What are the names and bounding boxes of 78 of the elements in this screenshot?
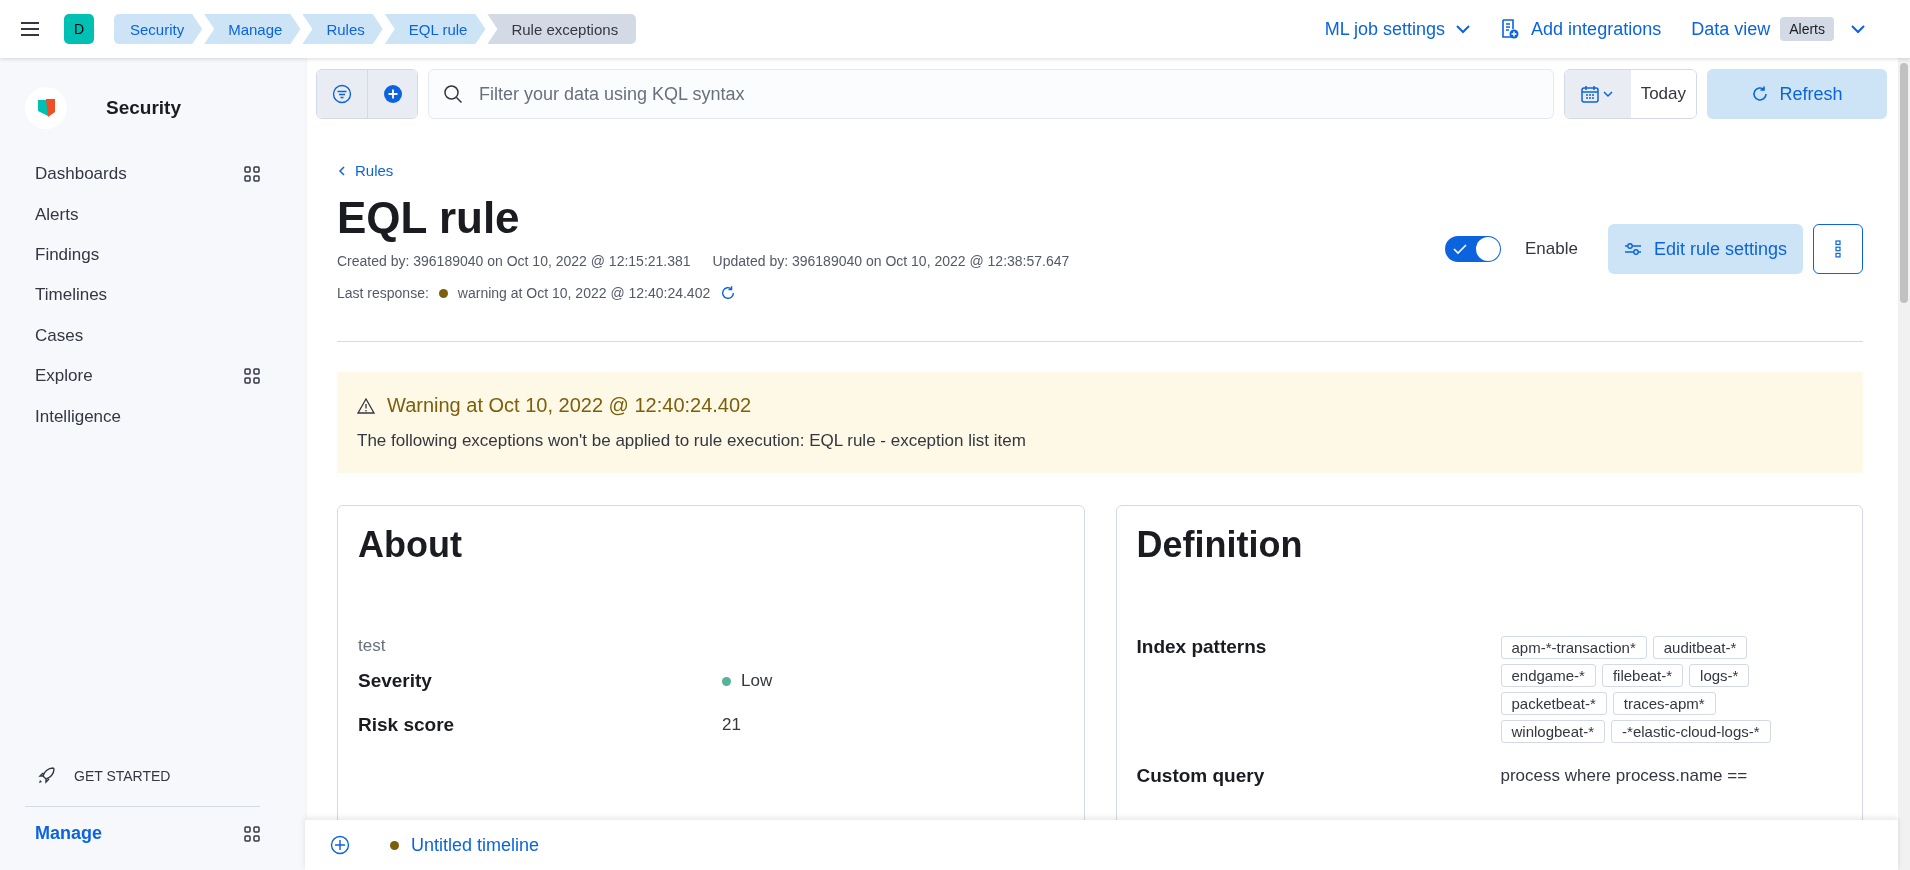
field-label: Index patterns [1136, 636, 1268, 659]
data-view-selector[interactable]: Alerts [1780, 17, 1834, 41]
index-pattern-badge: winlogbeat-* [1500, 720, 1606, 743]
sidebar-item[interactable]: Findings [35, 244, 100, 265]
refresh-icon[interactable] [720, 285, 737, 301]
index-pattern-badge: logs-* [1689, 664, 1750, 687]
add-integrations-link[interactable]: Add integrations [1531, 18, 1662, 40]
breadcrumb[interactable]: EQL rule [384, 14, 486, 44]
field-label: Risk score [358, 714, 456, 736]
check-icon [1453, 243, 1467, 255]
breadcrumb[interactable]: Manage [204, 14, 301, 44]
index-pattern-badge: -*elastic-cloud-logs-* [1611, 720, 1771, 743]
sidebar-item[interactable]: Explore [35, 366, 93, 387]
chevron-down-icon[interactable] [1455, 24, 1472, 34]
plus-icon [382, 84, 403, 104]
timeline-link[interactable]: Untitled timeline [411, 834, 540, 856]
created-by-text: Created by: 396189040 on Oct 10, 2022 @ 12:15:21.381 [337, 253, 691, 269]
breadcrumb[interactable]: Rules [302, 14, 383, 44]
warning-title: Warning at Oct 10, 2022 @ 12:40:24.402 [387, 394, 752, 417]
field-label: Severity [358, 670, 433, 692]
sidebar-item[interactable]: Intelligence [35, 406, 121, 427]
more-icon [1835, 240, 1841, 258]
add-filter-button[interactable] [367, 70, 417, 118]
ml-job-settings-link[interactable]: ML job settings [1324, 18, 1446, 40]
index-pattern-badge: packetbeat-* [1500, 692, 1607, 715]
panel-title: Definition [1136, 524, 1304, 566]
edit-rule-settings-button[interactable]: Edit rule settings [1607, 224, 1803, 274]
refresh-icon [1751, 85, 1770, 103]
last-response-label: Last response: [337, 285, 429, 301]
menu-icon[interactable] [20, 21, 40, 37]
last-response-text: warning at Oct 10, 2022 @ 12:40:24.402 [457, 285, 711, 301]
sidebar-item[interactable]: Timelines [35, 285, 108, 306]
calendar-icon [1579, 85, 1616, 103]
enable-switch[interactable] [1445, 236, 1501, 262]
sidebar-title: Security [106, 97, 181, 119]
page-title: EQL rule [337, 193, 521, 243]
rocket-icon [36, 766, 56, 786]
sliders-icon [1623, 241, 1642, 257]
index-pattern-badge: endgame-* [1500, 664, 1596, 687]
breadcrumb[interactable]: Security [114, 14, 203, 44]
space-avatar[interactable]: D [64, 14, 94, 44]
sidebar-item[interactable]: Dashboards [35, 164, 127, 185]
description-text: test [358, 636, 387, 656]
filter-button[interactable] [317, 70, 367, 118]
add-document-icon [1501, 19, 1520, 39]
panel-title: About [358, 524, 463, 566]
index-pattern-badge: apm-*-transaction* [1500, 636, 1647, 659]
updated-by-text: Updated by: 396189040 on Oct 10, 2022 @ 12:38:57.647 [712, 253, 1070, 269]
field-value: Low [741, 671, 773, 691]
warning-icon [357, 397, 375, 414]
status-dot [438, 288, 448, 298]
back-link[interactable]: Rules [337, 162, 1070, 179]
sidebar-item[interactable]: Alerts [35, 204, 79, 225]
field-value: 21 [722, 715, 741, 735]
field-label: Custom query [1136, 765, 1266, 787]
sidebar-item[interactable]: Cases [35, 325, 84, 346]
get-started-link[interactable]: GET STARTED [74, 768, 171, 784]
add-circle-icon[interactable] [330, 835, 350, 855]
filter-icon [332, 84, 352, 104]
security-logo-icon [24, 86, 68, 130]
grid-icon[interactable] [244, 368, 260, 385]
manage-link[interactable]: Manage [35, 823, 103, 844]
index-pattern-badge: filebeat-* [1601, 664, 1684, 687]
grid-icon[interactable] [244, 825, 260, 842]
chevron-left-icon [337, 165, 347, 176]
grid-icon[interactable] [244, 166, 260, 183]
more-actions-button[interactable] [1813, 224, 1863, 274]
data-view-label: Data view [1691, 18, 1771, 40]
warning-text: The following exceptions won't be applied to rule execution: EQL rule - exception list item [357, 431, 1027, 451]
refresh-button[interactable]: Refresh [1707, 69, 1887, 119]
breadcrumb[interactable]: Rule exceptions [487, 14, 637, 44]
index-pattern-badge: auditbeat-* [1652, 636, 1748, 659]
query-text: process where process.name == [1500, 765, 1748, 787]
enable-label: Enable [1525, 239, 1578, 259]
date-quick-menu-button[interactable] [1564, 70, 1631, 118]
index-pattern-badge: traces-apm* [1612, 692, 1716, 715]
search-icon [443, 84, 463, 104]
chevron-down-icon[interactable] [1850, 24, 1866, 34]
